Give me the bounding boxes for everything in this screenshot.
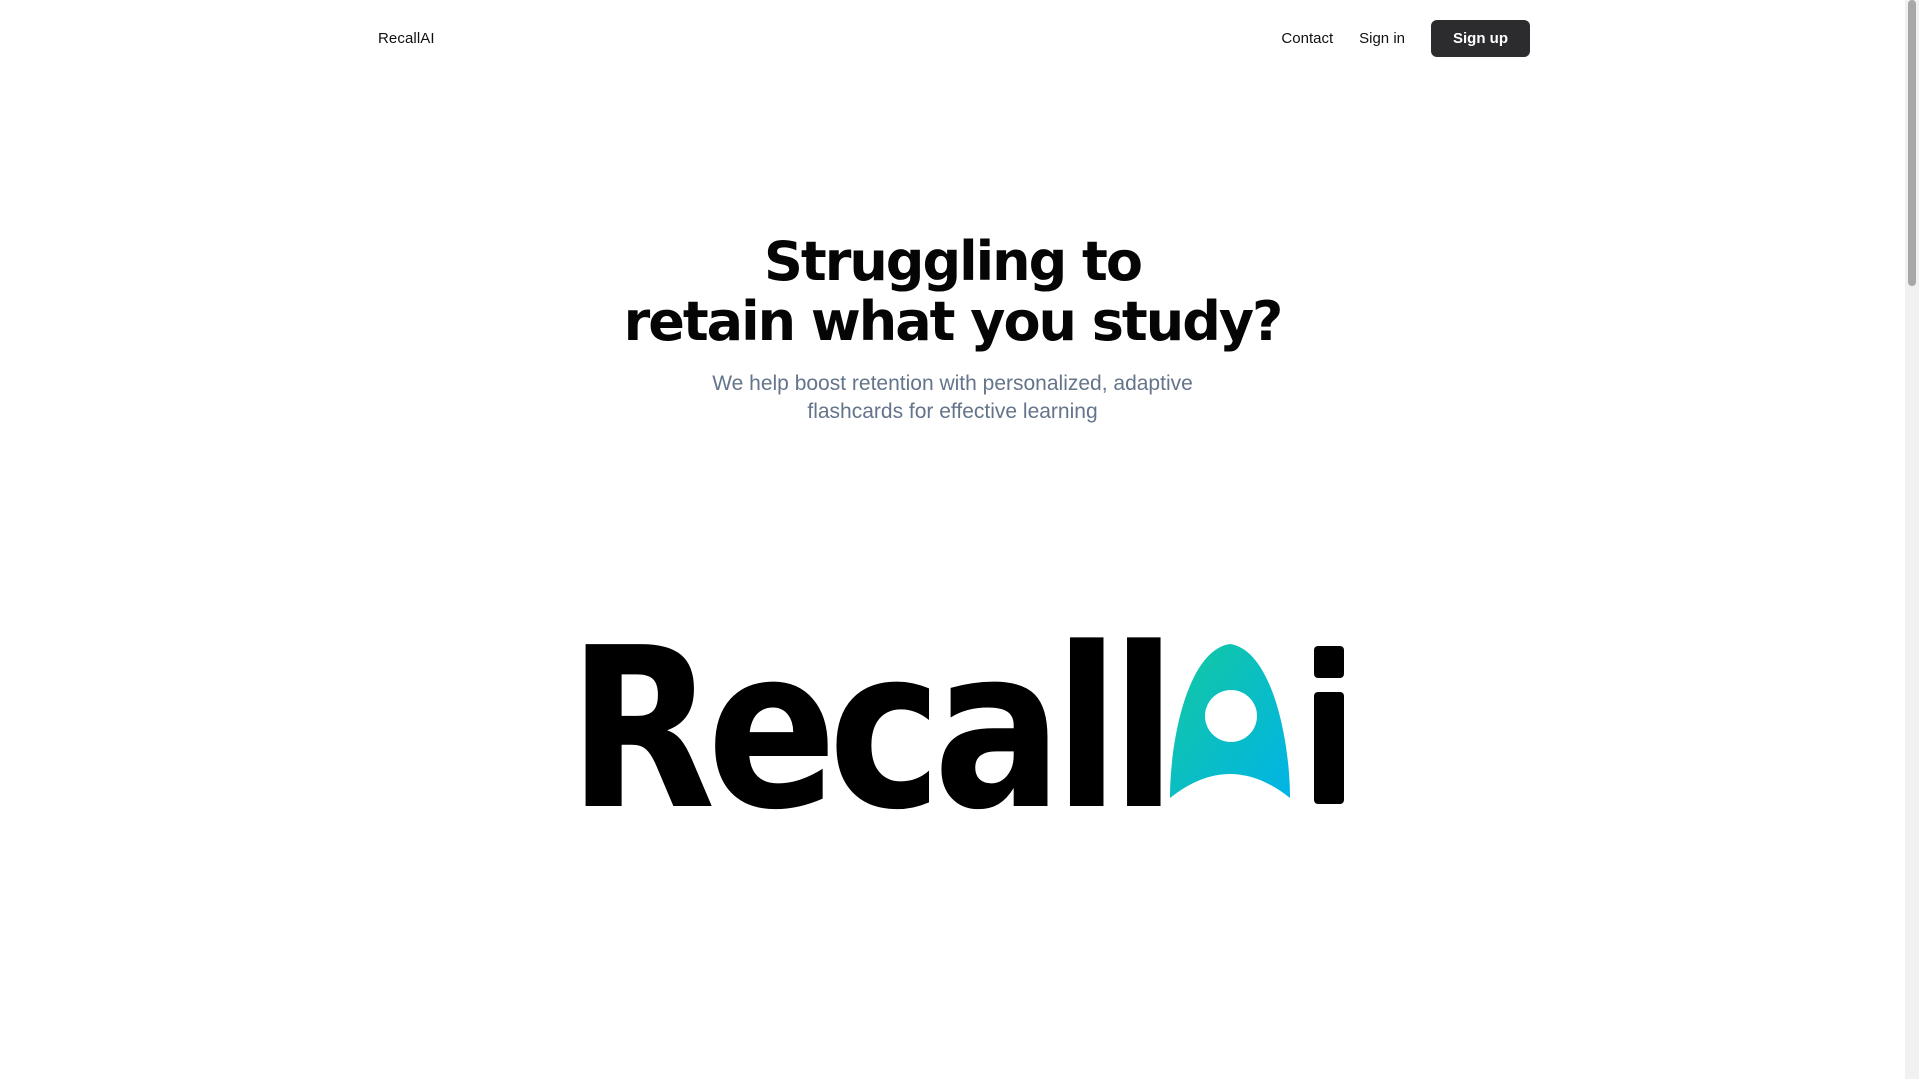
hero-title-line-1: Struggling to <box>764 230 1143 293</box>
hero-subtitle-line-2: flashcards for effective learning <box>807 400 1098 423</box>
sign-in-link[interactable]: Sign in <box>1359 30 1405 47</box>
logo-a-mark <box>1170 644 1290 798</box>
hero-subtitle-line-1: We help boost retention with personalize… <box>712 372 1193 395</box>
page: RecallAI Contact Sign in Sign up Struggl… <box>0 0 1919 1079</box>
contact-link[interactable]: Contact <box>1281 30 1333 47</box>
hero-section: Struggling to retain what you study? We … <box>0 232 1905 426</box>
hero-title-line-2: retain what you study? <box>623 290 1284 353</box>
logo-i-mark <box>1314 646 1344 804</box>
hero-subtitle: We help boost retention with personalize… <box>673 370 1233 426</box>
brand-link[interactable]: RecallAI <box>378 30 435 47</box>
main-content: RecallAI Contact Sign in Sign up Struggl… <box>0 0 1905 1079</box>
scrollbar-thumb[interactable] <box>1908 0 1916 286</box>
logo-wordmark: Recall <box>568 630 1168 810</box>
recallai-logo: Recall <box>568 630 1344 810</box>
vertical-scrollbar[interactable] <box>1905 0 1919 1079</box>
sign-up-button[interactable]: Sign up <box>1431 19 1530 57</box>
top-navbar: RecallAI Contact Sign in Sign up <box>378 19 1530 57</box>
hero-title: Struggling to retain what you study? <box>0 232 1905 352</box>
nav-links: Contact Sign in Sign up <box>1281 19 1530 57</box>
